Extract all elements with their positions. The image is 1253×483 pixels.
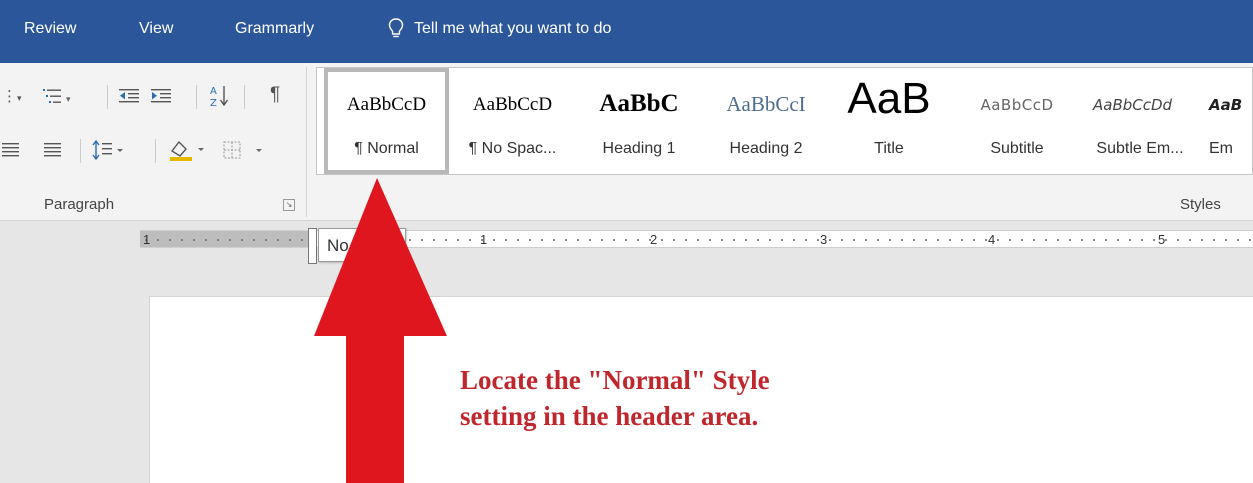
red-arrow: [314, 178, 447, 483]
annotation-line-2: setting in the header area.: [460, 401, 759, 431]
annotation-text: Locate the "Normal" Style setting in the…: [460, 362, 980, 434]
annotation-line-1: Locate the "Normal" Style: [460, 365, 770, 395]
